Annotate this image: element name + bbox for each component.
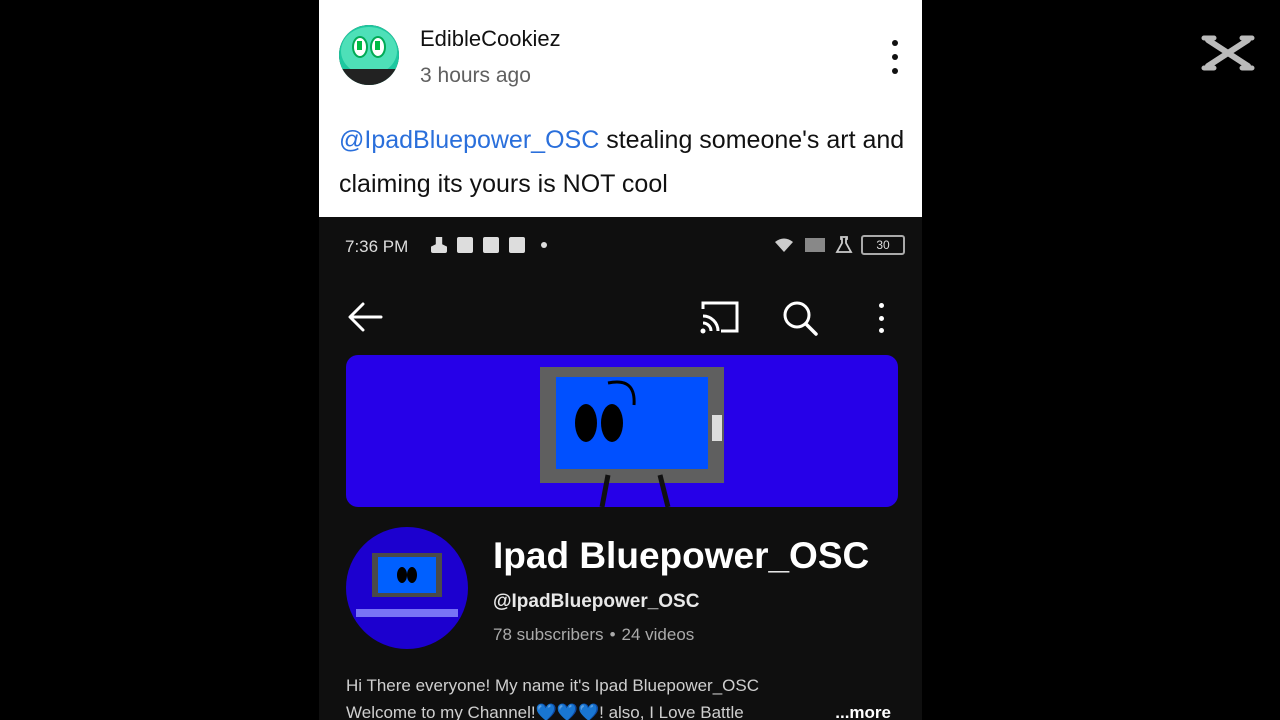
cast-button[interactable] — [699, 299, 741, 335]
channel-avatar[interactable] — [346, 527, 468, 649]
description-line: Welcome to my Channel! — [346, 703, 536, 720]
description-line: Hi There everyone! My name it's Ipad Blu… — [346, 676, 760, 695]
status-notification-icons — [431, 237, 547, 253]
search-icon — [783, 301, 818, 336]
mention-link[interactable]: @IpadBluepower_OSC — [339, 126, 599, 154]
network-speed-icon — [805, 238, 825, 252]
comment-body: @IpadBluepower_OSC stealing someone's ar… — [339, 118, 909, 206]
status-system-icons: 30 — [773, 235, 905, 255]
more-vertical-icon[interactable] — [871, 303, 891, 333]
commenter-username[interactable]: EdibleCookiez — [420, 26, 561, 52]
facebook-icon — [457, 237, 473, 253]
channel-handle: @IpadBluepower_OSC — [493, 591, 700, 612]
stats-separator: • — [609, 625, 616, 644]
wifi-icon — [775, 238, 793, 252]
channel-banner — [346, 355, 898, 507]
arrow-left-icon — [348, 302, 383, 332]
facebook-icon — [509, 237, 525, 253]
cast-icon — [700, 301, 739, 334]
back-button[interactable] — [347, 301, 383, 333]
channel-description: Hi There everyone! My name it's Ipad Blu… — [346, 672, 891, 720]
capcut-logo-icon — [1200, 32, 1256, 74]
comment-card: EdibleCookiez 3 hours ago @IpadBluepower… — [319, 0, 922, 217]
battery-indicator: 30 — [861, 235, 905, 255]
channel-stats: 78 subscribers • 24 videos — [493, 625, 694, 645]
commenter-avatar[interactable] — [339, 25, 399, 85]
description-line: ! also, I Love Battle — [599, 703, 744, 720]
lab-icon — [835, 236, 853, 253]
video-count: 24 videos — [621, 625, 695, 644]
facebook-icon — [483, 237, 499, 253]
notification-dot-icon — [541, 242, 547, 248]
person-icon — [431, 237, 447, 253]
search-button[interactable] — [781, 299, 819, 337]
subscriber-count: 78 subscribers — [493, 625, 604, 644]
comment-timestamp: 3 hours ago — [420, 64, 531, 87]
channel-name: Ipad Bluepower_OSC — [493, 535, 870, 576]
hearts-emoji: 💙💙💙 — [535, 703, 600, 720]
status-time: 7:36 PM — [345, 237, 409, 256]
phone-screenshot: 7:36 PM 30 Ipad Bluepower_OSC @IpadBluep… — [319, 217, 922, 720]
comment-options-icon[interactable] — [885, 40, 905, 74]
description-more-link[interactable]: ...more — [835, 699, 891, 720]
